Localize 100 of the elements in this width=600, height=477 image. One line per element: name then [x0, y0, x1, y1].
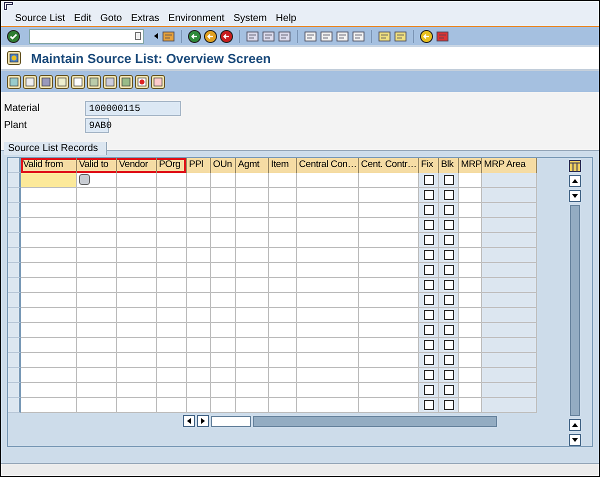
- scroll-track[interactable]: [570, 205, 580, 416]
- table-cell[interactable]: [359, 323, 419, 338]
- row-selector[interactable]: [8, 368, 21, 383]
- table-cell[interactable]: [482, 278, 537, 293]
- table-cell[interactable]: [297, 263, 359, 278]
- table-cell[interactable]: [269, 173, 297, 188]
- column-header[interactable]: MRP Area: [482, 158, 537, 173]
- table-cell[interactable]: [297, 188, 359, 203]
- table-cell[interactable]: [269, 368, 297, 383]
- table-cell[interactable]: [269, 248, 297, 263]
- table-cell[interactable]: [211, 263, 236, 278]
- table-cell[interactable]: [459, 233, 482, 248]
- table-cell[interactable]: [211, 308, 236, 323]
- table-cell[interactable]: [459, 338, 482, 353]
- table-cell[interactable]: [482, 398, 537, 413]
- table-cell[interactable]: [187, 383, 211, 398]
- checkbox[interactable]: [444, 325, 454, 335]
- table-cell[interactable]: [157, 323, 187, 338]
- table-cell[interactable]: [77, 248, 117, 263]
- table-cell[interactable]: [157, 173, 187, 188]
- table-cell[interactable]: [21, 188, 77, 203]
- table-cell[interactable]: [459, 383, 482, 398]
- table-cell[interactable]: [359, 173, 419, 188]
- table-cell[interactable]: [117, 308, 157, 323]
- table-cell[interactable]: [269, 203, 297, 218]
- table-cell[interactable]: [236, 263, 269, 278]
- table-cell[interactable]: [117, 338, 157, 353]
- table-cell[interactable]: [77, 203, 117, 218]
- table-cell[interactable]: [187, 218, 211, 233]
- table-cell[interactable]: [297, 368, 359, 383]
- checkbox[interactable]: [444, 175, 454, 185]
- table-cell[interactable]: [269, 293, 297, 308]
- table-cell[interactable]: [359, 248, 419, 263]
- checkbox[interactable]: [424, 295, 434, 305]
- table-cell[interactable]: [187, 188, 211, 203]
- table-cell[interactable]: [297, 278, 359, 293]
- table-cell[interactable]: [359, 368, 419, 383]
- table-cell[interactable]: [269, 233, 297, 248]
- row-selector[interactable]: [8, 263, 21, 278]
- column-header[interactable]: Valid from: [21, 158, 77, 173]
- row-selector[interactable]: [8, 218, 21, 233]
- table-cell[interactable]: [459, 398, 482, 413]
- checkbox[interactable]: [444, 265, 454, 275]
- table-cell[interactable]: [117, 323, 157, 338]
- table-cell[interactable]: [77, 173, 117, 188]
- table-cell[interactable]: [236, 353, 269, 368]
- checkbox[interactable]: [424, 235, 434, 245]
- table-cell[interactable]: [21, 248, 77, 263]
- table-cell[interactable]: [482, 353, 537, 368]
- checkbox[interactable]: [444, 250, 454, 260]
- table-cell[interactable]: [21, 398, 77, 413]
- table-cell[interactable]: [211, 323, 236, 338]
- table-cell[interactable]: [359, 233, 419, 248]
- table-cell[interactable]: [117, 263, 157, 278]
- table-cell[interactable]: [269, 323, 297, 338]
- table-cell[interactable]: [211, 173, 236, 188]
- table-cell[interactable]: [187, 368, 211, 383]
- table-cell[interactable]: [117, 383, 157, 398]
- table-cell[interactable]: [269, 308, 297, 323]
- table-cell[interactable]: [359, 383, 419, 398]
- table-cell[interactable]: [187, 323, 211, 338]
- table-cell[interactable]: [77, 293, 117, 308]
- row-selector[interactable]: [8, 398, 21, 413]
- table-cell[interactable]: [21, 263, 77, 278]
- table-cell[interactable]: [21, 338, 77, 353]
- table-cell[interactable]: [187, 263, 211, 278]
- table-cell[interactable]: [482, 203, 537, 218]
- table-cell[interactable]: [187, 173, 211, 188]
- column-settings-icon[interactable]: [569, 160, 581, 172]
- table-cell[interactable]: [236, 338, 269, 353]
- table-cell[interactable]: [236, 203, 269, 218]
- checkbox[interactable]: [424, 400, 434, 410]
- row-selector[interactable]: [8, 248, 21, 263]
- table-cell[interactable]: [187, 338, 211, 353]
- table-cell[interactable]: [359, 293, 419, 308]
- table-cell[interactable]: [77, 398, 117, 413]
- row-selector[interactable]: [8, 203, 21, 218]
- table-cell[interactable]: [117, 218, 157, 233]
- table-cell[interactable]: [459, 368, 482, 383]
- table-cell[interactable]: [21, 323, 77, 338]
- row-selector[interactable]: [8, 323, 21, 338]
- focused-cell[interactable]: [21, 173, 77, 188]
- table-cell[interactable]: [187, 248, 211, 263]
- table-cell[interactable]: [269, 353, 297, 368]
- table-cell[interactable]: [297, 218, 359, 233]
- column-header[interactable]: Cent. Contr…: [359, 158, 419, 173]
- table-cell[interactable]: [157, 233, 187, 248]
- table-cell[interactable]: [297, 293, 359, 308]
- table-cell[interactable]: [297, 338, 359, 353]
- table-cell[interactable]: [359, 398, 419, 413]
- table-cell[interactable]: [157, 338, 187, 353]
- table-cell[interactable]: [482, 263, 537, 278]
- row-selector[interactable]: [8, 353, 21, 368]
- table-cell[interactable]: [459, 293, 482, 308]
- column-header[interactable]: OUn: [211, 158, 236, 173]
- column-header[interactable]: Vendor: [117, 158, 157, 173]
- table-cell[interactable]: [459, 203, 482, 218]
- table-cell[interactable]: [21, 368, 77, 383]
- checkbox[interactable]: [444, 205, 454, 215]
- menu-item[interactable]: Extras: [130, 13, 160, 24]
